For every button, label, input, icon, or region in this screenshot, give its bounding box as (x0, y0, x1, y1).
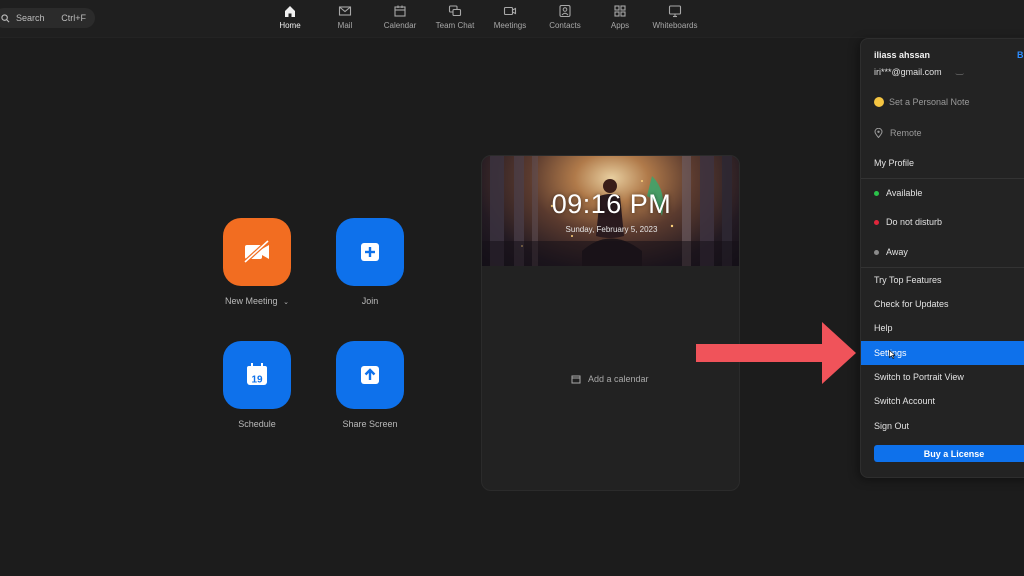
profile-menu: iliass ahssan B iri***@gmail.com ‿ Set a… (860, 38, 1024, 478)
schedule-day-number: 19 (251, 375, 263, 386)
nav-apps-label: Apps (610, 21, 630, 30)
user-name: iliass ahssan (874, 50, 931, 60)
new-meeting-label: New Meeting ⌄ (202, 296, 312, 306)
calendar-day-icon: 19 (247, 363, 267, 386)
search-box[interactable]: Search Ctrl+F (0, 8, 95, 28)
plus-icon (361, 243, 379, 261)
menu-divider (861, 178, 1024, 179)
nav-contacts[interactable]: Contacts (537, 4, 593, 36)
clock-date: Sunday, February 5, 2023 (565, 225, 658, 234)
buy-license-button[interactable]: Buy a License (874, 445, 1024, 462)
nav-home[interactable]: Home (262, 4, 318, 36)
menu-item-switch-account[interactable]: Switch Account (874, 396, 935, 406)
mouse-cursor-icon (889, 350, 896, 359)
smiley-icon (874, 97, 884, 107)
status-do-not-disturb[interactable]: Do not disturb (874, 217, 942, 227)
nav-meetings-label: Meetings (493, 21, 527, 30)
add-calendar-label: Add a calendar (588, 374, 649, 384)
nav-team-chat[interactable]: Team Chat (427, 4, 483, 36)
status-dnd-label: Do not disturb (886, 217, 943, 227)
nav-calendar-label: Calendar (383, 21, 417, 30)
status-available[interactable]: Available (874, 188, 922, 198)
status-available-label: Available (886, 188, 923, 198)
share-screen-label: Share Screen (342, 419, 398, 429)
wallpaper-banner: 09:16 PM Sunday, February 5, 2023 (482, 156, 739, 266)
menu-item-try-top-features[interactable]: Try Top Features (874, 275, 942, 285)
join-button[interactable] (336, 218, 404, 286)
nav-meetings[interactable]: Meetings (482, 4, 538, 36)
mail-icon (338, 6, 352, 16)
chat-icon (448, 5, 462, 17)
status-away-label: Away (886, 247, 908, 257)
nav-team-chat-label: Team Chat (435, 21, 475, 30)
search-shortcut: Ctrl+F (61, 13, 86, 23)
video-off-icon (243, 239, 270, 264)
search-icon (1, 13, 10, 22)
new-meeting-button[interactable] (223, 218, 291, 286)
clock-time: 09:16 PM (551, 189, 672, 219)
video-icon (503, 6, 517, 16)
personal-note-item[interactable]: Set a Personal Note (874, 97, 970, 107)
nav-contacts-label: Contacts (549, 21, 581, 30)
email-toggle-icon[interactable]: ‿ (956, 65, 963, 76)
nav-home-label: Home (279, 21, 301, 30)
share-screen-button[interactable] (336, 341, 404, 409)
apps-icon (614, 5, 626, 17)
whiteboard-icon (668, 5, 682, 18)
my-profile-item[interactable]: My Profile (874, 158, 914, 168)
menu-divider (861, 267, 1024, 268)
home-icon (285, 6, 295, 17)
join-label: Join (361, 296, 379, 306)
top-navigation-bar: Search Ctrl+F Home Mail Calendar Team Ch… (0, 0, 1024, 38)
user-email: iri***@gmail.com (874, 67, 942, 77)
search-label: Search (16, 13, 45, 23)
new-meeting-text: New Meeting (225, 296, 278, 306)
nav-mail[interactable]: Mail (317, 4, 373, 36)
available-dot-icon (874, 190, 879, 196)
share-screen-icon (361, 366, 379, 384)
menu-item-sign-out[interactable]: Sign Out (874, 421, 909, 431)
away-dot-icon (874, 249, 879, 255)
status-away[interactable]: Away (874, 247, 908, 257)
schedule-button[interactable]: 19 (223, 341, 291, 409)
nav-mail-label: Mail (337, 21, 353, 30)
menu-item-check-for-updates[interactable]: Check for Updates (874, 299, 949, 309)
location-item[interactable]: Remote (874, 128, 922, 138)
nav-apps[interactable]: Apps (592, 4, 648, 36)
nav-whiteboards[interactable]: Whiteboards (647, 4, 703, 36)
edge-label[interactable]: B (1017, 50, 1024, 60)
annotation-arrow-icon (696, 322, 856, 384)
personal-note-label: Set a Personal Note (889, 97, 970, 107)
nav-calendar[interactable]: Calendar (372, 4, 428, 36)
schedule-label: Schedule (238, 419, 276, 429)
calendar-icon (394, 5, 406, 17)
menu-item-portrait-view[interactable]: Switch to Portrait View (874, 372, 964, 382)
add-calendar-link[interactable]: Add a calendar (571, 374, 649, 384)
location-label: Remote (890, 128, 922, 138)
location-pin-icon (874, 128, 883, 138)
calendar-add-icon (571, 375, 581, 384)
chevron-down-icon[interactable]: ⌄ (283, 299, 289, 306)
contacts-icon (559, 4, 571, 18)
nav-whiteboards-label: Whiteboards (652, 21, 698, 30)
menu-item-help[interactable]: Help (874, 323, 893, 333)
dnd-dot-icon (874, 219, 879, 225)
